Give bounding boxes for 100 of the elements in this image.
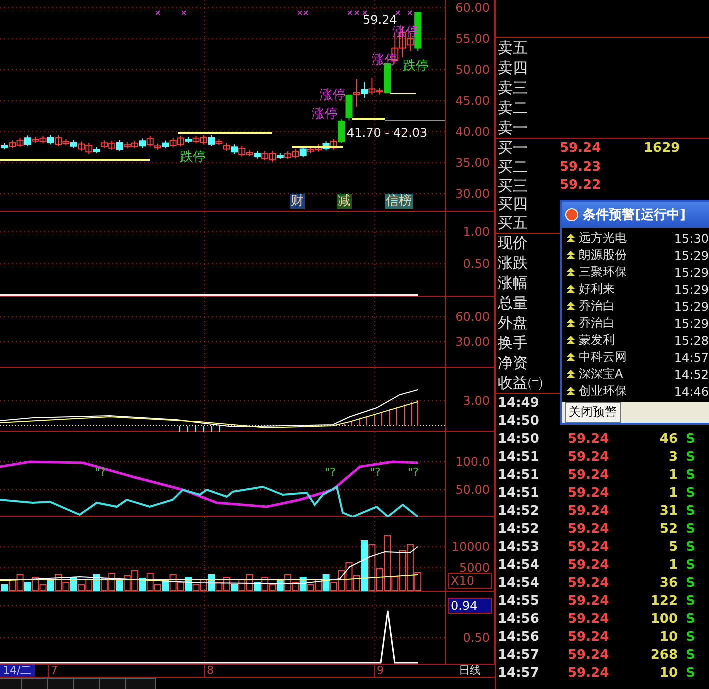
trade-volume: 52	[658, 522, 678, 537]
signal-label: "?	[325, 466, 336, 479]
axis-tick-label: 10000	[452, 540, 490, 554]
double-up-arrow-icon	[566, 370, 576, 380]
trade-time: 14:51	[497, 468, 540, 483]
alert-item[interactable]: 中科云网 14:57	[562, 349, 709, 366]
trade-time: 14:49	[497, 396, 540, 411]
alert-item[interactable]: 乔治白 15:29	[562, 315, 709, 332]
event-marker[interactable]: 减	[337, 194, 352, 209]
trade-volume: 36	[658, 576, 678, 591]
price-range-line	[384, 120, 445, 122]
stock-name: 乔治白	[578, 298, 616, 315]
alert-item[interactable]: 创业环保 14:46	[562, 383, 709, 400]
trade-time: 14:56	[497, 630, 540, 645]
indicator-tab[interactable]	[126, 678, 156, 689]
double-up-arrow-icon	[566, 268, 576, 278]
axis-tick-label: 30.00	[456, 187, 490, 201]
axis-tick-label: 50.00	[456, 483, 490, 497]
date-label: 9	[374, 665, 384, 677]
alert-time: 14:57	[674, 350, 709, 364]
close-alert-button[interactable]: 关闭预警	[565, 402, 621, 423]
alert-time: 15:29	[674, 300, 709, 314]
axis-tick-label: 5000	[459, 561, 490, 575]
trade-price: 59.24	[568, 432, 610, 447]
axis-tick-label: 0.50	[463, 257, 490, 271]
alert-item[interactable]: 三聚环保 15:29	[562, 264, 709, 281]
price-level-line	[352, 118, 385, 120]
stock-name: 乔治白	[578, 315, 616, 332]
axis-tick-label: 55.00	[456, 32, 490, 46]
alert-item[interactable]: 远方光电 15:30	[562, 230, 709, 247]
trade-side: S	[685, 648, 696, 663]
axis-tick-label: 1.00	[463, 225, 490, 239]
alert-item[interactable]: 乔治白 15:29	[562, 298, 709, 315]
double-up-arrow-icon	[566, 302, 576, 312]
indicator-tab[interactable]	[22, 678, 48, 689]
price-label: 41.70 - 42.03	[347, 126, 428, 140]
double-up-arrow-icon	[566, 386, 576, 396]
trade-side: S	[685, 504, 696, 519]
trade-side: S	[685, 558, 696, 573]
trade-volume: 1	[668, 558, 678, 573]
trade-price: 59.24	[568, 666, 610, 681]
trade-time: 14:50	[497, 432, 540, 447]
order-label: 买三	[497, 176, 529, 196]
date-label: 8	[204, 665, 214, 677]
alert-item[interactable]: 蒙发利 15:28	[562, 332, 709, 349]
trade-volume: 10	[658, 630, 678, 645]
limit-down-label: 跌停	[180, 150, 206, 165]
cross-mark	[354, 10, 360, 16]
trade-price: 59.24	[568, 486, 610, 501]
trade-price: 59.24	[568, 504, 610, 519]
double-up-arrow-icon	[566, 352, 576, 362]
popup-title: 条件预警[运行中]	[583, 207, 686, 224]
cross-mark	[156, 10, 160, 16]
double-up-arrow-icon	[566, 318, 576, 328]
alert-item[interactable]: 朗源股份 15:29	[562, 247, 709, 264]
trade-volume: 5	[668, 540, 678, 555]
trade-time: 14:52	[497, 522, 540, 537]
stock-name: 蒙发利	[578, 332, 616, 349]
axis-tick-label: 50.00	[456, 63, 490, 77]
quote-label: 外盘	[497, 314, 529, 333]
trade-side: S	[685, 432, 696, 447]
alert-item[interactable]: 好利来 15:29	[562, 281, 709, 298]
trade-side: S	[685, 486, 696, 501]
alert-item[interactable]: 深深宝A 14:52	[562, 366, 709, 383]
order-label: 买四	[497, 195, 529, 214]
indicator-tab[interactable]	[74, 678, 100, 689]
trade-price: 59.24	[568, 612, 610, 627]
trade-time: 14:54	[497, 576, 540, 591]
indicator-tab[interactable]	[0, 678, 22, 689]
axis-tick-label: 30.00	[456, 335, 490, 349]
alert-time: 14:52	[674, 368, 709, 382]
stock-name: 创业环保	[578, 383, 628, 400]
trade-time: 14:54	[497, 558, 540, 573]
bid-price: 59.23	[560, 160, 602, 175]
order-label: 卖三	[497, 78, 529, 98]
order-label: 卖一	[497, 118, 529, 138]
quote-label: 涨幅	[497, 274, 529, 294]
cross-mark	[348, 10, 352, 16]
stock-name: 好利来	[578, 281, 616, 298]
order-label: 买二	[497, 158, 529, 177]
trade-price: 59.24	[568, 522, 610, 537]
quote-label: 换手	[497, 334, 529, 353]
signal-label: "?	[370, 466, 381, 479]
axis-tick-label: 0.50	[463, 631, 490, 645]
trade-time: 14:51	[497, 486, 540, 501]
trade-side: S	[685, 594, 696, 609]
event-marker[interactable]: 信榜	[385, 194, 413, 209]
trade-price: 59.24	[568, 558, 610, 573]
bid-price: 59.22	[560, 178, 602, 194]
event-marker[interactable]: 财	[290, 194, 305, 209]
double-up-arrow-icon	[566, 234, 576, 244]
quote-label: 涨跌	[497, 254, 529, 274]
period-label[interactable]: 日线	[445, 665, 481, 677]
stock-name: 三聚环保	[578, 264, 628, 281]
double-up-arrow-icon	[566, 336, 576, 346]
price-level-line	[292, 146, 343, 148]
indicator-tab[interactable]	[100, 678, 126, 689]
trade-volume: 10	[658, 666, 678, 681]
indicator-tab[interactable]	[48, 678, 74, 689]
cross-mark	[408, 10, 412, 16]
